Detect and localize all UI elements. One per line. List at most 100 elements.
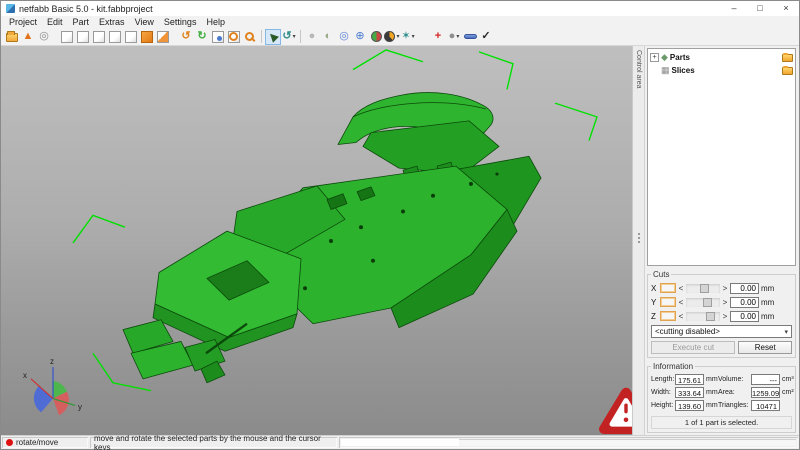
menu-view[interactable]: View (130, 17, 159, 27)
fit-view-icon[interactable] (210, 29, 226, 45)
move-parts-icon[interactable]: ◎ (336, 29, 352, 45)
slices-icon: ▦ (661, 65, 670, 75)
view-cube-front-icon[interactable] (107, 29, 123, 45)
cut-row-y: Y < > mm (651, 295, 792, 309)
zoom-selection-icon[interactable] (226, 29, 242, 45)
open-folder-icon[interactable] (782, 65, 793, 75)
menu-edit[interactable]: Edit (42, 17, 68, 27)
status-bar: rotate/move move and rotate the selected… (1, 434, 799, 450)
slices-view-icon[interactable] (368, 29, 384, 45)
tree-label-slices: Slices (671, 66, 695, 75)
reset-button[interactable]: Reset (738, 341, 792, 354)
import-part-icon[interactable]: ▲ (20, 29, 36, 45)
info-row-length: Length: 175.61 mm Volume: --- cm³ (651, 373, 794, 386)
execute-cut-button[interactable]: Execute cut (651, 341, 736, 354)
cut-y-slider[interactable] (686, 297, 720, 307)
auto-repair-icon[interactable]: ● ▾ (446, 29, 462, 45)
view-cube-right-icon[interactable] (155, 29, 171, 45)
cut-y-value[interactable] (730, 296, 759, 308)
status-progress (339, 437, 798, 448)
axis-y-label: y (78, 402, 82, 411)
single-shell-icon[interactable]: ● (304, 29, 320, 45)
menu-help[interactable]: Help (201, 17, 230, 27)
maximize-button[interactable]: □ (747, 1, 773, 16)
width-unit: mm (706, 389, 718, 396)
menu-settings[interactable]: Settings (159, 17, 202, 27)
control-panel: Control area + ◆ Parts ▦ Slices Cuts X <… (632, 46, 799, 435)
cut-x-toggle[interactable] (660, 283, 676, 293)
zoom-in-icon[interactable]: ↻ (194, 29, 210, 45)
cut-z-decrement[interactable]: < (678, 312, 684, 321)
shells-icon[interactable]: ◐ (320, 29, 336, 45)
cut-x-label: X (651, 283, 657, 293)
highlight-icon[interactable]: ✶ ▾ (400, 29, 416, 45)
cut-x-increment[interactable]: > (722, 284, 728, 293)
tree-item-parts[interactable]: + ◆ Parts (649, 51, 794, 64)
cutting-mode-dropdown[interactable]: <cutting disabled> ▾ (651, 325, 792, 338)
warning-icon[interactable] (599, 387, 632, 435)
app-icon (6, 4, 15, 13)
progress-chunk (341, 439, 459, 446)
cut-z-label: Z (651, 311, 656, 321)
length-unit: mm (706, 376, 718, 383)
cut-z-toggle[interactable] (660, 311, 676, 321)
information-title: Information (653, 362, 694, 371)
cut-z-increment[interactable]: > (722, 312, 728, 321)
apply-icon[interactable]: ✓ (478, 29, 494, 45)
axis-z-label: z (50, 357, 54, 366)
cut-y-toggle[interactable] (660, 297, 676, 307)
selection-status: 1 of 1 part is selected. (651, 416, 792, 429)
area-label: Area: (718, 389, 735, 396)
slider-thumb[interactable] (705, 311, 715, 321)
record-dot-icon (6, 439, 13, 446)
menu-project[interactable]: Project (4, 17, 42, 27)
cut-x-slider[interactable] (686, 283, 720, 293)
zoom-out-icon[interactable]: ↺ (178, 29, 194, 45)
cuts-title: Cuts (653, 270, 670, 279)
view-cube-back-icon[interactable] (123, 29, 139, 45)
scene[interactable]: z x y (1, 46, 632, 435)
slider-thumb[interactable] (703, 297, 712, 307)
cut-y-increment[interactable]: > (722, 298, 728, 307)
view-cube-default-icon[interactable] (59, 29, 75, 45)
model-kit[interactable] (122, 92, 542, 384)
measure-icon[interactable] (462, 29, 478, 45)
slider-thumb[interactable] (700, 283, 710, 293)
tool-bar: ▲ ◎ ↺ ↻ ▶ ↺ ▾ ● ◐ ◎ ⊕ ▾ ✶ ▾ + ● ▾ ✓ (1, 28, 799, 46)
menu-extras[interactable]: Extras (94, 17, 130, 27)
axis-x-label: x (23, 371, 27, 380)
repair-icon[interactable]: + (430, 29, 446, 45)
view-cube-bottom-icon[interactable] (91, 29, 107, 45)
expand-icon[interactable]: + (650, 53, 659, 62)
settings-icon[interactable]: ◎ (36, 29, 52, 45)
chevron-down-icon: ▾ (411, 34, 415, 40)
menu-part[interactable]: Part (68, 17, 95, 27)
chevron-down-icon: ▾ (784, 328, 788, 336)
minimize-button[interactable]: – (721, 1, 747, 16)
control-area-tab[interactable]: Control area (633, 46, 645, 435)
cut-z-slider[interactable] (686, 311, 720, 321)
cut-z-value[interactable] (730, 310, 759, 322)
width-label: Width: (651, 389, 671, 396)
volume-unit: cm³ (782, 376, 794, 383)
rotate-tool-icon[interactable]: ↺ ▾ (281, 29, 297, 45)
cut-x-decrement[interactable]: < (678, 284, 684, 293)
view-cube-left-icon[interactable] (139, 29, 155, 45)
magnifier-icon[interactable] (242, 29, 258, 45)
analysis-icon[interactable]: ▾ (384, 29, 400, 45)
tree-item-slices[interactable]: ▦ Slices (649, 64, 794, 77)
volume-label: Volume: (718, 376, 744, 383)
open-project-icon[interactable] (4, 29, 20, 45)
cutting-mode-value: <cutting disabled> (655, 327, 720, 336)
cut-x-value[interactable] (730, 282, 759, 294)
wireframe-icon[interactable]: ⊕ (352, 29, 368, 45)
open-folder-icon[interactable] (782, 52, 793, 62)
cut-y-decrement[interactable]: < (678, 298, 684, 307)
cut-y-unit: mm (761, 297, 775, 307)
window-title: netfabb Basic 5.0 - kit.fabbproject (19, 3, 153, 14)
select-tool-icon[interactable]: ▶ (265, 28, 281, 45)
view-cube-top-icon[interactable] (75, 29, 91, 45)
cut-z-unit: mm (761, 311, 775, 321)
viewport-3d[interactable]: z x y (1, 46, 632, 435)
close-button[interactable]: × (773, 1, 799, 16)
